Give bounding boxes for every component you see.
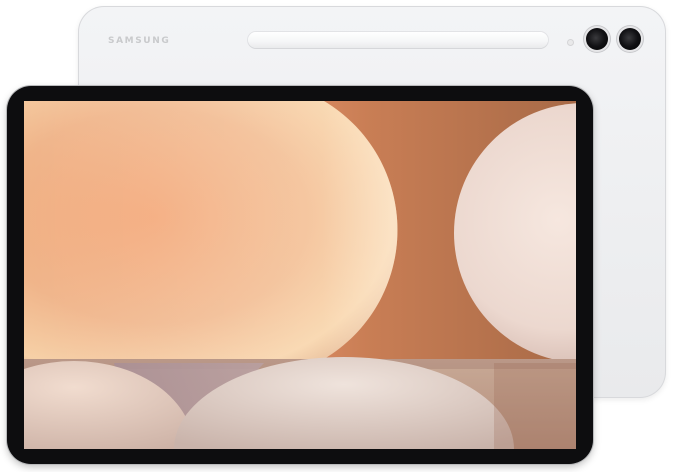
brand-logo: SAMSUNG xyxy=(108,36,171,46)
rear-camera-lens-main xyxy=(586,28,608,50)
tablet-screen xyxy=(24,101,576,449)
tablet-front-bezel xyxy=(7,86,593,464)
wallpaper-art xyxy=(24,101,576,449)
s-pen-magnetic-strip xyxy=(248,32,548,48)
rear-camera-lens-wide xyxy=(619,28,641,50)
camera-flash xyxy=(568,40,573,45)
